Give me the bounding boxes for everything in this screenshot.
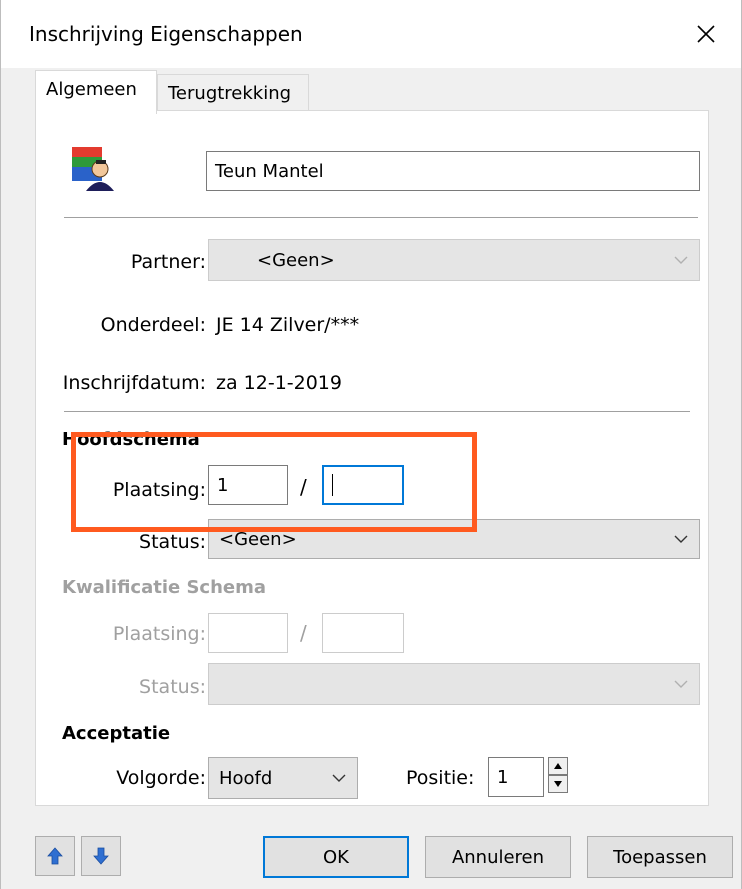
hoofdschema-plaatsing-label: Plaatsing: xyxy=(112,479,206,501)
move-down-button[interactable] xyxy=(81,836,121,876)
tab-panel-algemeen: Teun Mantel Partner: <Geen> Onderdeel: J… xyxy=(35,110,709,806)
arrow-down-icon xyxy=(93,847,109,865)
partner-select[interactable]: <Geen> xyxy=(208,239,700,281)
kwalificatie-status-select[interactable] xyxy=(208,663,700,705)
separator xyxy=(64,411,690,413)
close-icon xyxy=(697,25,715,43)
person-icon xyxy=(70,141,116,196)
chevron-down-icon xyxy=(674,535,688,543)
hoofdschema-plaatsing-total-input[interactable] xyxy=(322,465,404,505)
tab-strip: Algemeen Terugtrekking xyxy=(1,68,741,114)
volgorde-select[interactable]: Hoofd xyxy=(208,757,358,799)
dialog-window: Inschrijving Eigenschappen Algemeen Teru… xyxy=(0,0,742,889)
hoofdschema-status-select[interactable]: <Geen> xyxy=(208,519,700,559)
inschrijfdatum-value: za 12-1-2019 xyxy=(216,372,342,394)
hoofdschema-plaatsing-value: 1 xyxy=(217,474,229,496)
tab-label: Algemeen xyxy=(46,79,137,100)
chevron-down-icon xyxy=(674,680,688,688)
hoofdschema-plaatsing-input[interactable]: 1 xyxy=(208,465,288,505)
volgorde-value: Hoofd xyxy=(219,767,273,789)
kwalificatie-status-label: Status: xyxy=(139,676,206,698)
kwalificatie-plaatsing-total-input[interactable] xyxy=(322,613,404,653)
kwalificatie-plaatsing-label: Plaatsing: xyxy=(112,623,206,645)
cancel-button[interactable]: Annuleren xyxy=(425,836,571,878)
ok-button[interactable]: OK xyxy=(263,836,409,878)
acceptatie-title: Acceptatie xyxy=(62,723,171,744)
positie-input[interactable]: 1 xyxy=(488,757,544,797)
partner-value: <Geen> xyxy=(257,249,335,271)
volgorde-label: Volgorde: xyxy=(116,767,206,789)
triangle-down-icon xyxy=(554,781,562,787)
hoofdschema-title: Hoofdschema xyxy=(62,429,200,450)
tab-label: Terugtrekking xyxy=(168,83,292,104)
kwalificatie-slash: / xyxy=(300,621,307,645)
onderdeel-value: JE 14 Zilver/*** xyxy=(216,314,360,336)
kwalificatie-title: Kwalificatie Schema xyxy=(62,577,267,598)
window-title: Inschrijving Eigenschappen xyxy=(29,22,303,46)
positie-value: 1 xyxy=(497,766,509,788)
hoofdschema-status-value: <Geen> xyxy=(219,528,297,550)
title-bar: Inschrijving Eigenschappen xyxy=(1,0,741,68)
name-field[interactable]: Teun Mantel xyxy=(206,151,700,191)
spin-up-button[interactable] xyxy=(548,757,568,775)
name-value: Teun Mantel xyxy=(215,160,324,182)
spin-down-button[interactable] xyxy=(548,775,568,793)
positie-spinner xyxy=(548,757,568,793)
plaatsing-slash: / xyxy=(300,475,307,499)
chevron-down-icon xyxy=(332,774,346,782)
text-cursor xyxy=(332,474,333,496)
apply-button[interactable]: Toepassen xyxy=(587,836,733,878)
close-button[interactable] xyxy=(671,0,741,68)
positie-label: Positie: xyxy=(406,767,475,789)
partner-label: Partner: xyxy=(130,251,206,273)
onderdeel-label: Onderdeel: xyxy=(100,314,206,336)
separator xyxy=(64,217,698,219)
arrow-up-icon xyxy=(47,847,63,865)
tab-algemeen[interactable]: Algemeen xyxy=(35,70,157,114)
triangle-up-icon xyxy=(554,763,562,769)
chevron-down-icon xyxy=(674,256,688,264)
move-up-button[interactable] xyxy=(35,836,75,876)
inschrijfdatum-label: Inschrijfdatum: xyxy=(62,372,206,394)
hoofdschema-status-label: Status: xyxy=(139,531,206,553)
kwalificatie-plaatsing-input[interactable] xyxy=(208,613,288,653)
tab-terugtrekking[interactable]: Terugtrekking xyxy=(157,74,309,112)
